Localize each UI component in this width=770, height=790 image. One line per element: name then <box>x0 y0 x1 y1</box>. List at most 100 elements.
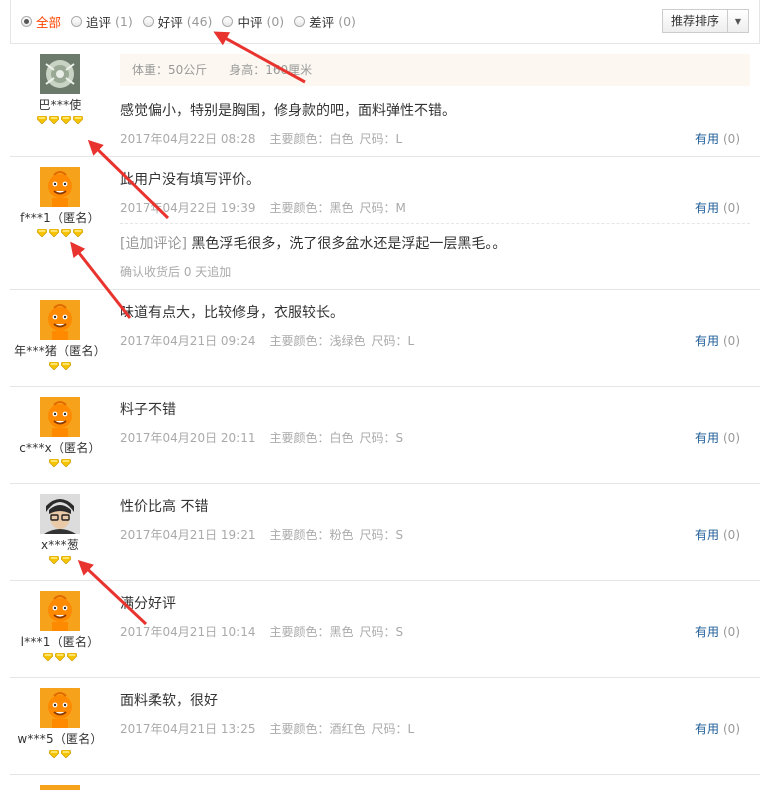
review-filter-bar: 全部 追评 (1) 好评 (46) 中评 (0) 差评 (0) 推荐排序 ▼ <box>10 0 760 44</box>
radio-icon[interactable] <box>71 16 83 27</box>
reviewer: l***1（匿名） <box>10 591 110 661</box>
review-meta: 2017年04月20日 20:11 主要颜色：白色 尺码：S <box>120 429 750 446</box>
review-meta: 2017年04月21日 19:21 主要颜色：粉色 尺码：S <box>120 526 750 543</box>
useful-label: 有用 <box>694 334 719 348</box>
filter-negative[interactable]: 差评 (0) <box>294 12 356 31</box>
filter-count: (0) <box>338 14 356 29</box>
username: l***1（匿名） <box>20 635 100 649</box>
review-text: 感觉偏小，特别是胸围，修身款的吧，面料弹性不错。 <box>120 103 456 119</box>
useful-label: 有用 <box>694 625 719 639</box>
username: x***葱 <box>40 538 80 552</box>
review-text: 此用户没有填写评价。 <box>120 172 260 188</box>
useful-label: 有用 <box>694 528 719 542</box>
sku-color: 主要颜色：黑色 <box>269 625 354 639</box>
username: f***1（匿名） <box>20 211 100 225</box>
sku-color: 主要颜色：粉色 <box>269 528 354 542</box>
gem-icon <box>67 653 77 661</box>
useful-count: (0) <box>723 528 740 542</box>
avatar[interactable] <box>40 494 80 534</box>
gem-icon <box>73 116 83 124</box>
append-when: 确认收货后 0 天追加 <box>120 265 232 279</box>
sku-color: 主要颜色：酒红色 <box>269 722 366 736</box>
sku-size: 尺码：L <box>371 722 415 736</box>
review-date: 2017年04月21日 10:14 <box>120 625 256 639</box>
filter-label: 差评 <box>309 15 335 30</box>
radio-icon[interactable] <box>142 16 154 27</box>
review-item: f***1（匿名） 此用户没有填写评价。 2017年04月22日 19:39 主要… <box>10 157 760 290</box>
sku-color: 主要颜色：白色 <box>269 132 354 146</box>
review-item: 年***猪（匿名） 味道有点大，比较修身，衣服较长。 2017年04月21日 0… <box>10 290 760 387</box>
username: c***x（匿名） <box>19 441 101 455</box>
useful-label: 有用 <box>694 132 719 146</box>
reviewer: x***葱 <box>10 494 110 564</box>
filter-neutral[interactable]: 中评 (0) <box>222 12 284 31</box>
gem-icon <box>61 362 71 370</box>
reviewer: f***1（匿名） <box>10 167 110 237</box>
useful-button[interactable]: 有用 (0) <box>695 199 740 216</box>
useful-label: 有用 <box>694 722 719 736</box>
filter-positive[interactable]: 好评 (46) <box>142 12 212 31</box>
chevron-down-icon[interactable]: ▼ <box>728 10 748 32</box>
filter-all[interactable]: 全部 <box>21 12 61 31</box>
gem-icon <box>49 556 59 564</box>
sort-dropdown[interactable]: 推荐排序 ▼ <box>661 9 749 33</box>
review-date: 2017年04月21日 13:25 <box>120 722 256 736</box>
reviewer: 年***猪（匿名） <box>10 300 110 370</box>
gem-icon <box>49 459 59 467</box>
sku-size: 尺码：S <box>359 528 404 542</box>
credit-gems <box>10 556 110 564</box>
review-date: 2017年04月21日 19:21 <box>120 528 256 542</box>
gem-icon <box>37 116 47 124</box>
filter-count: (1) <box>115 14 133 29</box>
filter-label: 全部 <box>36 15 62 30</box>
useful-button[interactable]: 有用 (0) <box>695 623 740 640</box>
review-item: l***1（匿名） 满分好评 2017年04月21日 10:14 主要颜色：黑色尺… <box>10 581 760 678</box>
review-date: 2017年04月21日 09:24 <box>120 334 256 348</box>
radio-icon[interactable] <box>294 16 306 27</box>
review-meta: 2017年04月22日 08:28 主要颜色：白色 尺码：L <box>120 130 750 147</box>
useful-button[interactable]: 有用 (0) <box>695 130 740 147</box>
append-text: 黑色浮毛很多，洗了很多盆水还是浮起一层黑毛。。 <box>191 236 507 252</box>
useful-count: (0) <box>723 722 740 736</box>
sku-size: 尺码：L <box>359 132 403 146</box>
sku-size: 尺码：L <box>371 334 415 348</box>
useful-button[interactable]: 有用 (0) <box>695 526 740 543</box>
sku-color: 主要颜色：黑色 <box>269 201 354 215</box>
avatar[interactable] <box>40 54 80 94</box>
useful-button[interactable]: 有用 (0) <box>695 332 740 349</box>
body-info: 体重：50公斤 身高：160厘米 <box>120 54 750 86</box>
review-text: 料子不错 <box>120 402 176 418</box>
filter-label: 中评 <box>237 15 263 30</box>
avatar[interactable] <box>40 688 80 728</box>
review-item: c***x（匿名） 料子不错 2017年04月20日 20:11 主要颜色：白色尺… <box>10 387 760 484</box>
review-item: w***5（匿名） 面料柔软，很好 2017年04月21日 13:25 主要颜色：… <box>10 678 760 775</box>
radio-icon[interactable] <box>222 16 234 27</box>
radio-icon[interactable] <box>21 16 32 27</box>
gem-icon <box>49 750 59 758</box>
review-meta: 2017年04月21日 10:14 主要颜色：黑色 尺码：S <box>120 623 750 640</box>
rating-filters: 全部 追评 (1) 好评 (46) 中评 (0) 差评 (0) <box>21 12 366 31</box>
review-meta: 2017年04月21日 13:25 主要颜色：酒红色 尺码：L <box>120 720 750 737</box>
credit-gems <box>10 229 110 237</box>
avatar[interactable] <box>40 785 80 790</box>
height: 身高：160厘米 <box>229 63 313 77</box>
gem-icon <box>55 653 65 661</box>
useful-count: (0) <box>723 625 740 639</box>
gem-icon <box>61 229 71 237</box>
avatar[interactable] <box>40 300 80 340</box>
sort-label: 推荐排序 <box>663 10 728 32</box>
avatar[interactable] <box>40 167 80 207</box>
useful-label: 有用 <box>694 201 719 215</box>
useful-count: (0) <box>723 431 740 445</box>
gem-icon <box>61 116 71 124</box>
useful-button[interactable]: 有用 (0) <box>695 429 740 446</box>
review-date: 2017年04月22日 08:28 <box>120 132 256 146</box>
avatar[interactable] <box>40 397 80 437</box>
avatar[interactable] <box>40 591 80 631</box>
append-divider <box>120 223 750 224</box>
reviewer: w***5（匿名） <box>10 688 110 758</box>
filter-followup[interactable]: 追评 (1) <box>71 12 133 31</box>
useful-button[interactable]: 有用 (0) <box>695 720 740 737</box>
review-meta: 2017年04月22日 19:39 主要颜色：黑色 尺码：M <box>120 199 750 216</box>
credit-gems <box>10 653 110 661</box>
